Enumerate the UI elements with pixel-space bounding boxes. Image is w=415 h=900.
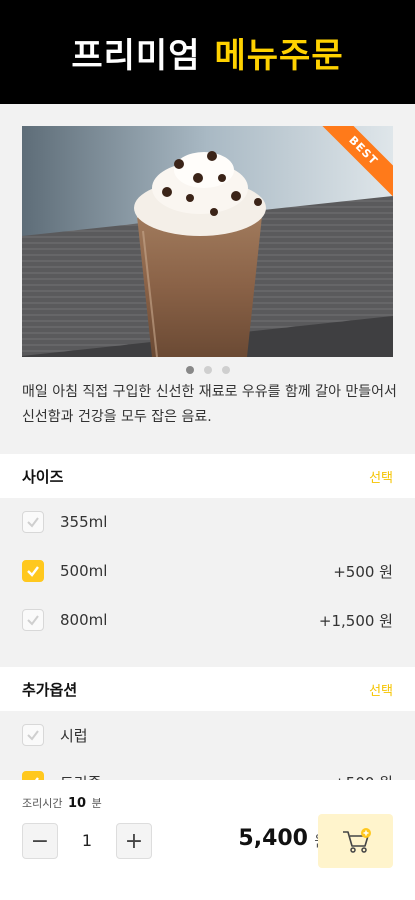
extra-section-title: 추가옵션 [22, 680, 78, 699]
product-photo [22, 126, 393, 357]
checkbox[interactable] [22, 511, 44, 533]
checkbox[interactable] [22, 609, 44, 631]
cook-time-value: 10 [67, 796, 87, 811]
checkbox[interactable] [22, 724, 44, 746]
size-section-header: 사이즈 선택 [0, 454, 415, 498]
page-title-yellow: 메뉴주문 [214, 35, 344, 76]
checkbox[interactable] [22, 560, 44, 582]
carousel-dot[interactable] [221, 366, 230, 374]
carousel-indicator[interactable] [0, 366, 415, 374]
extra-select-label: 선택 [369, 683, 393, 699]
add-to-cart-button[interactable] [318, 814, 393, 868]
check-icon [27, 566, 39, 577]
product-image-carousel[interactable]: BEST [22, 126, 393, 357]
order-bar: 조리시간 10 분 − 1 + 5,400 원 [0, 780, 415, 900]
option-name: 355ml [60, 513, 108, 531]
total-price: 5,400 [238, 826, 308, 851]
size-option-500ml[interactable]: 500ml +500 원 [0, 547, 415, 595]
page-title: 프리미엄 메뉴주문 [71, 28, 343, 77]
check-icon [27, 730, 39, 741]
option-name: 시럽 [60, 726, 88, 745]
cook-time-label: 조리시간 [22, 797, 63, 810]
extra-section-header: 추가옵션 선택 [0, 667, 415, 711]
carousel-dot[interactable] [185, 366, 194, 374]
option-name: 500ml [60, 562, 108, 580]
extra-option-syrup[interactable]: 시럽 [0, 711, 415, 759]
page-title-white: 프리미엄 [71, 35, 201, 76]
carousel-dot[interactable] [203, 366, 212, 374]
cart-icon [342, 828, 371, 853]
size-section-title: 사이즈 [22, 467, 64, 486]
check-icon [27, 615, 39, 626]
cook-time: 조리시간 10 분 [22, 795, 102, 811]
option-name: 800ml [60, 611, 108, 629]
product-description: 매일 아침 직접 구입한 신선한 재료로 우유를 함께 갈아 만들어서 신선함과… [22, 384, 397, 425]
check-icon [27, 517, 39, 528]
option-price: +500 원 [333, 562, 393, 581]
decrease-quantity-button[interactable]: − [22, 823, 58, 859]
size-option-355ml[interactable]: 355ml [0, 498, 415, 546]
quantity-value: 1 [81, 831, 93, 850]
option-price: +1,500 원 [318, 611, 393, 630]
cook-time-unit: 분 [91, 797, 102, 810]
increase-quantity-button[interactable]: + [116, 823, 152, 859]
app-header: 프리미엄 메뉴주문 [0, 0, 415, 104]
size-select-label: 선택 [369, 470, 393, 486]
size-option-800ml[interactable]: 800ml +1,500 원 [0, 596, 415, 644]
